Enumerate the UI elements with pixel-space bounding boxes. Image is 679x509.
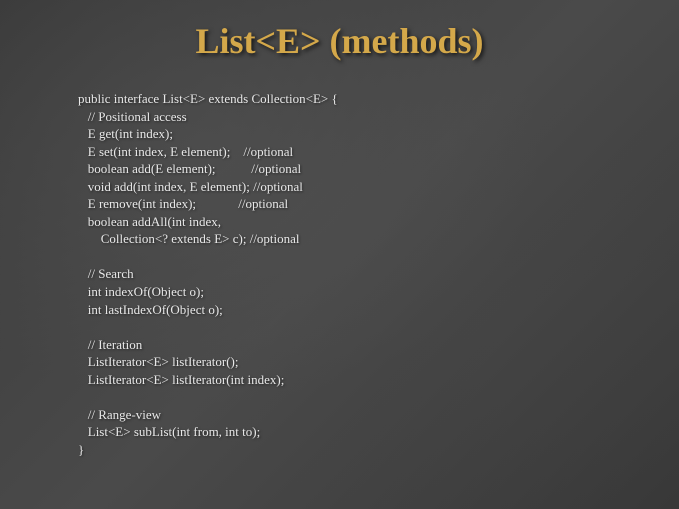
slide-container: List<E> (methods) public interface List<… <box>0 0 679 509</box>
slide-title: List<E> (methods) <box>0 20 679 62</box>
code-block: public interface List<E> extends Collect… <box>0 90 679 458</box>
